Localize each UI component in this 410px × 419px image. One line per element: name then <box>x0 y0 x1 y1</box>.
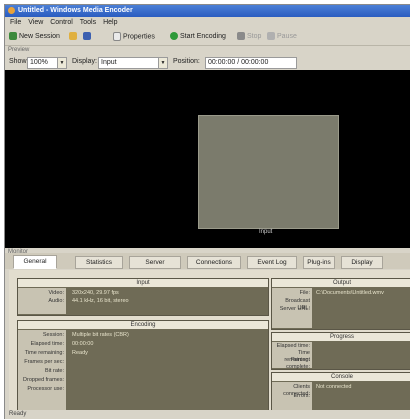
pause-icon <box>267 32 275 41</box>
menu-control[interactable]: Control <box>50 18 73 28</box>
tab-general[interactable]: General <box>13 255 57 269</box>
tab-event-log[interactable]: Event Log <box>247 256 297 269</box>
console-label: Errors: <box>293 393 311 399</box>
show-value: 100% <box>30 59 48 66</box>
position-value: 00:00:00 / 00:00:00 <box>208 59 269 66</box>
console-value: Not connected <box>316 384 352 390</box>
progress-label: Percent complete: <box>286 357 310 370</box>
start-encoding-icon <box>170 32 178 41</box>
pause-button[interactable]: Pause <box>267 32 297 42</box>
title-bar: Untitled - Windows Media Encoder <box>5 5 410 17</box>
stop-label: Stop <box>247 33 262 40</box>
console-group: Console Clients connected: Not connected… <box>271 372 410 412</box>
new-session-button[interactable]: New Session <box>9 32 60 42</box>
input-value: 44.1 kHz, 16 bit, stereo <box>72 298 129 304</box>
menu-help[interactable]: Help <box>103 18 117 28</box>
encoding-label: Session: <box>42 332 64 338</box>
position-field[interactable]: 00:00:00 / 00:00:00 <box>205 57 297 69</box>
encoding-label: Processor use: <box>27 386 64 392</box>
menu-file[interactable]: File <box>10 18 21 28</box>
pause-label: Pause <box>277 33 297 40</box>
show-label: Show: <box>9 58 29 65</box>
output-label: File: <box>299 290 310 296</box>
display-select[interactable]: Input ▼ <box>98 57 168 69</box>
new-session-label: New Session <box>19 33 60 40</box>
properties-icon <box>113 32 121 41</box>
tab-plugins[interactable]: Plug-ins <box>303 256 335 269</box>
chevron-down-icon: ▼ <box>57 58 66 68</box>
menu-tools[interactable]: Tools <box>80 18 96 28</box>
input-value: 320x240, 29.97 fps <box>72 290 119 296</box>
progress-group-title: Progress <box>272 333 410 341</box>
general-tab-panel: Input Video: 320x240, 29.97 fps Audio: 4… <box>9 270 410 416</box>
save-icon <box>83 32 91 41</box>
video-preview-area: Input <box>5 70 410 248</box>
encoding-value: Multiple bit rates (CBR) <box>72 332 129 338</box>
encoding-group: Encoding Session: Multiple bit rates (CB… <box>17 320 269 412</box>
encoding-label: Time remaining: <box>24 350 64 356</box>
output-group: Output File: C:\Documents\Untitled.wmv B… <box>271 278 410 330</box>
input-group: Input Video: 320x240, 29.97 fps Audio: 4… <box>17 278 269 316</box>
stop-button[interactable]: Stop <box>237 32 261 42</box>
input-label: Video: <box>48 290 65 296</box>
show-select[interactable]: 100% ▼ <box>27 57 67 69</box>
encoding-label: Dropped frames: <box>23 377 64 383</box>
stop-icon <box>237 32 245 41</box>
preview-input-label: Input <box>259 229 273 235</box>
encoding-value: Ready <box>72 350 88 356</box>
chevron-down-icon: ▼ <box>158 58 167 68</box>
tab-display[interactable]: Display <box>341 256 383 269</box>
video-frame <box>198 115 339 229</box>
window-title: Untitled - Windows Media Encoder <box>18 7 133 14</box>
preview-section-label: Preview <box>8 47 30 53</box>
output-label: Server URL: <box>279 306 310 312</box>
progress-group: Progress Elapsed time: Time remaining: P… <box>271 332 410 370</box>
new-session-icon <box>9 32 17 41</box>
progress-label: Elapsed time: <box>276 343 310 349</box>
start-encoding-label: Start Encoding <box>180 33 226 40</box>
input-group-title: Input <box>18 279 268 287</box>
open-button[interactable] <box>69 32 79 42</box>
position-label: Position: <box>173 58 200 65</box>
app-icon <box>8 7 15 14</box>
source-bar: Show: 100% ▼ Display: Input ▼ Position: … <box>5 55 410 69</box>
folder-icon <box>69 32 77 41</box>
encoding-label: Bit rate: <box>45 368 64 374</box>
status-text: Ready <box>9 411 27 417</box>
encoding-group-title: Encoding <box>18 321 268 329</box>
display-label: Display: <box>72 58 97 65</box>
menu-bar: File View Control Tools Help <box>5 18 410 28</box>
encoding-label: Frames per sec: <box>24 359 64 365</box>
output-value: C:\Documents\Untitled.wmv <box>316 290 384 296</box>
save-button[interactable] <box>83 32 93 42</box>
tab-connections[interactable]: Connections <box>187 256 241 269</box>
console-group-title: Console <box>272 373 410 381</box>
input-label: Audio: <box>48 298 64 304</box>
encoding-label: Elapsed time: <box>30 341 64 347</box>
encoding-value: 00:00:00 <box>72 341 94 347</box>
tab-statistics[interactable]: Statistics <box>75 256 123 269</box>
output-group-title: Output <box>272 279 410 287</box>
monitor-tab-bar: General Statistics Server Connections Ev… <box>5 253 410 269</box>
toolbar: New Session Properties Start Encoding St… <box>5 29 410 46</box>
properties-label: Properties <box>123 33 155 41</box>
tab-server[interactable]: Server <box>129 256 181 269</box>
start-encoding-button[interactable]: Start Encoding <box>170 32 226 42</box>
properties-button[interactable]: Properties <box>113 32 155 42</box>
display-value: Input <box>101 59 117 66</box>
application-window: Untitled - Windows Media Encoder File Vi… <box>4 4 410 419</box>
menu-view[interactable]: View <box>28 18 43 28</box>
